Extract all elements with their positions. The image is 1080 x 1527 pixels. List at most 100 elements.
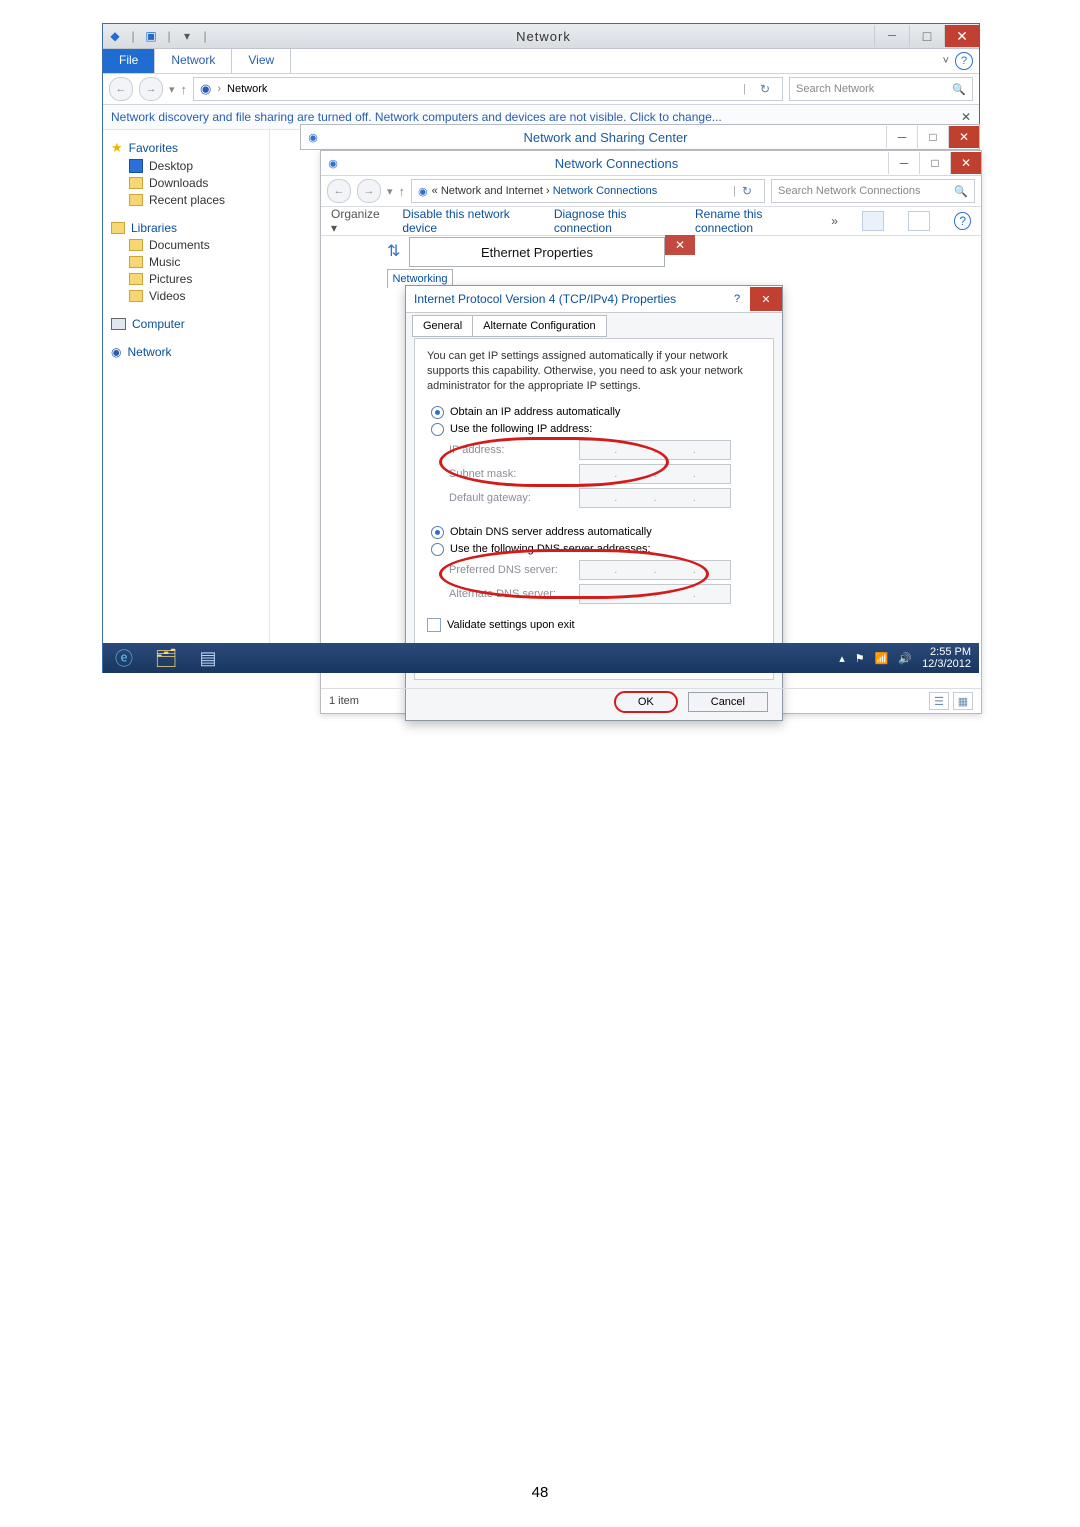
info-text: Network discovery and file sharing are t…: [111, 110, 722, 124]
adapter-icon: ⇅: [387, 241, 400, 261]
taskbar[interactable]: ⓔ 🗂 ▤ ▴ ⚑ 📶 🔊 2:55 PM 12/3/2012: [103, 643, 979, 673]
refresh-icon[interactable]: ↻: [754, 82, 776, 96]
up-button[interactable]: ↑: [399, 184, 406, 199]
view-details-icon[interactable]: ☰: [929, 692, 949, 710]
ipv4-description: You can get IP settings assigned automat…: [427, 349, 761, 394]
help-icon[interactable]: ?: [954, 212, 971, 230]
back-button[interactable]: ←: [327, 179, 351, 203]
action-center-icon[interactable]: ⚑: [855, 652, 865, 665]
connections-addressbar: ← → ▾ ↑ ◉ « Network and Internet › Netwo…: [321, 176, 981, 207]
libraries-icon: [111, 222, 125, 234]
minimize-button[interactable]: ─: [874, 25, 909, 47]
rename-button[interactable]: Rename this connection: [695, 207, 813, 235]
taskbar-network-panel-icon[interactable]: ▤: [187, 643, 229, 673]
maximize-button[interactable]: □: [919, 152, 950, 174]
tab-alternate[interactable]: Alternate Configuration: [473, 315, 607, 337]
history-dropdown[interactable]: ▾: [387, 185, 393, 198]
alt-dns-input: ...: [579, 584, 731, 604]
nav-downloads[interactable]: Downloads: [129, 176, 269, 190]
radio-obtain-dns-auto[interactable]: Obtain DNS server address automatically: [431, 526, 761, 539]
organize-button[interactable]: Organize ▾: [331, 207, 384, 235]
nav-recent[interactable]: Recent places: [129, 193, 269, 207]
diagnose-button[interactable]: Diagnose this connection: [554, 207, 677, 235]
help-icon[interactable]: ?: [955, 52, 973, 70]
breadcrumb-current: Network Connections: [553, 185, 658, 197]
ethernet-properties-title[interactable]: Ethernet Properties: [409, 237, 665, 267]
breadcrumb[interactable]: ◉ › Network | ↻: [193, 77, 783, 101]
search-input[interactable]: Search Network 🔍: [789, 77, 973, 101]
dropdown-icon[interactable]: ▾: [179, 28, 195, 44]
computer-icon: [111, 318, 126, 330]
nav-music[interactable]: Music: [129, 255, 269, 269]
minimize-button[interactable]: ─: [888, 152, 919, 174]
clock[interactable]: 2:55 PM 12/3/2012: [922, 646, 971, 670]
ip-input: ...: [579, 440, 731, 460]
volume-icon[interactable]: 🔊: [898, 652, 912, 665]
ribbon-tab-view[interactable]: View: [232, 49, 291, 73]
folder-icon: [129, 273, 143, 285]
taskbar-ie-icon[interactable]: ⓔ: [103, 643, 145, 673]
history-dropdown[interactable]: ▾: [169, 83, 175, 96]
connections-search[interactable]: Search Network Connections 🔍: [771, 179, 975, 203]
folder-icon: [129, 239, 143, 251]
checkbox-validate[interactable]: Validate settings upon exit: [427, 618, 761, 632]
folder-icon: [129, 177, 143, 189]
nav-videos[interactable]: Videos: [129, 289, 269, 303]
radio-obtain-ip-auto[interactable]: Obtain an IP address automatically: [431, 406, 761, 419]
checkbox-icon: [427, 618, 441, 632]
taskbar-explorer-icon[interactable]: 🗂: [145, 643, 187, 673]
maximize-button[interactable]: □: [909, 25, 944, 47]
titlebar[interactable]: ◆ | ▣ | ▾ | Network ─ □ ✕: [103, 24, 979, 49]
forward-button[interactable]: →: [139, 77, 163, 101]
forward-button[interactable]: →: [357, 179, 381, 203]
sharing-center-titlebar[interactable]: ◉ Network and Sharing Center ─ □ ✕: [300, 124, 980, 150]
info-close-icon[interactable]: ✕: [961, 110, 971, 124]
disable-button[interactable]: Disable this network device: [402, 207, 536, 235]
minimize-button[interactable]: ─: [886, 126, 917, 148]
explorer-window: ◆ | ▣ | ▾ | Network ─ □ ✕ File Network V…: [103, 24, 979, 672]
radio-use-dns[interactable]: Use the following DNS server addresses:: [431, 543, 761, 556]
radio-icon: [431, 423, 444, 436]
connections-breadcrumb[interactable]: ◉ « Network and Internet › Network Conne…: [411, 179, 765, 203]
sharing-center-title: Network and Sharing Center: [325, 130, 886, 145]
tab-general[interactable]: General: [412, 315, 473, 337]
tray-up-icon[interactable]: ▴: [839, 652, 845, 665]
folder-icon: [129, 256, 143, 268]
close-button[interactable]: ✕: [950, 152, 981, 174]
close-button[interactable]: ✕: [948, 126, 979, 148]
ipv4-titlebar[interactable]: Internet Protocol Version 4 (TCP/IPv4) P…: [406, 286, 782, 313]
ribbon-tab-file[interactable]: File: [103, 49, 155, 73]
ribbon-tab-network[interactable]: Network: [155, 49, 232, 73]
view-icons-icon[interactable]: ▦: [953, 692, 973, 710]
nav-desktop[interactable]: Desktop: [129, 159, 269, 173]
nav-libraries[interactable]: Libraries: [111, 221, 269, 235]
chevron-down-icon[interactable]: ˅: [943, 55, 949, 67]
close-button[interactable]: ✕: [944, 25, 979, 47]
up-button[interactable]: ↑: [181, 82, 188, 97]
system-tray[interactable]: ▴ ⚑ 📶 🔊 2:55 PM 12/3/2012: [839, 643, 979, 673]
close-button[interactable]: ✕: [750, 287, 782, 311]
radio-use-ip[interactable]: Use the following IP address:: [431, 423, 761, 436]
network-icon: ◉: [418, 185, 428, 198]
radio-icon: [431, 406, 444, 419]
divider-icon: |: [197, 28, 213, 44]
preview-pane-button[interactable]: [908, 211, 930, 231]
breadcrumb-location[interactable]: Network: [227, 83, 267, 95]
nav-network[interactable]: ◉Network: [111, 345, 269, 359]
more-button[interactable]: »: [831, 214, 838, 228]
nav-computer[interactable]: Computer: [111, 317, 269, 331]
connections-titlebar[interactable]: ◉ Network Connections ─ □ ✕: [321, 151, 981, 176]
refresh-icon[interactable]: ↻: [736, 184, 758, 198]
help-icon[interactable]: ?: [724, 293, 750, 305]
view-options-button[interactable]: [862, 211, 884, 231]
connections-statusbar: 1 item ☰ ▦: [321, 688, 981, 713]
maximize-button[interactable]: □: [917, 126, 948, 148]
folder-icon: [129, 290, 143, 302]
ethernet-close-button[interactable]: ✕: [665, 235, 695, 255]
nav-documents[interactable]: Documents: [129, 238, 269, 252]
radio-icon: [431, 526, 444, 539]
nav-pictures[interactable]: Pictures: [129, 272, 269, 286]
nav-favorites[interactable]: ★Favorites: [111, 140, 269, 156]
back-button[interactable]: ←: [109, 77, 133, 101]
network-tray-icon[interactable]: 📶: [875, 652, 889, 665]
